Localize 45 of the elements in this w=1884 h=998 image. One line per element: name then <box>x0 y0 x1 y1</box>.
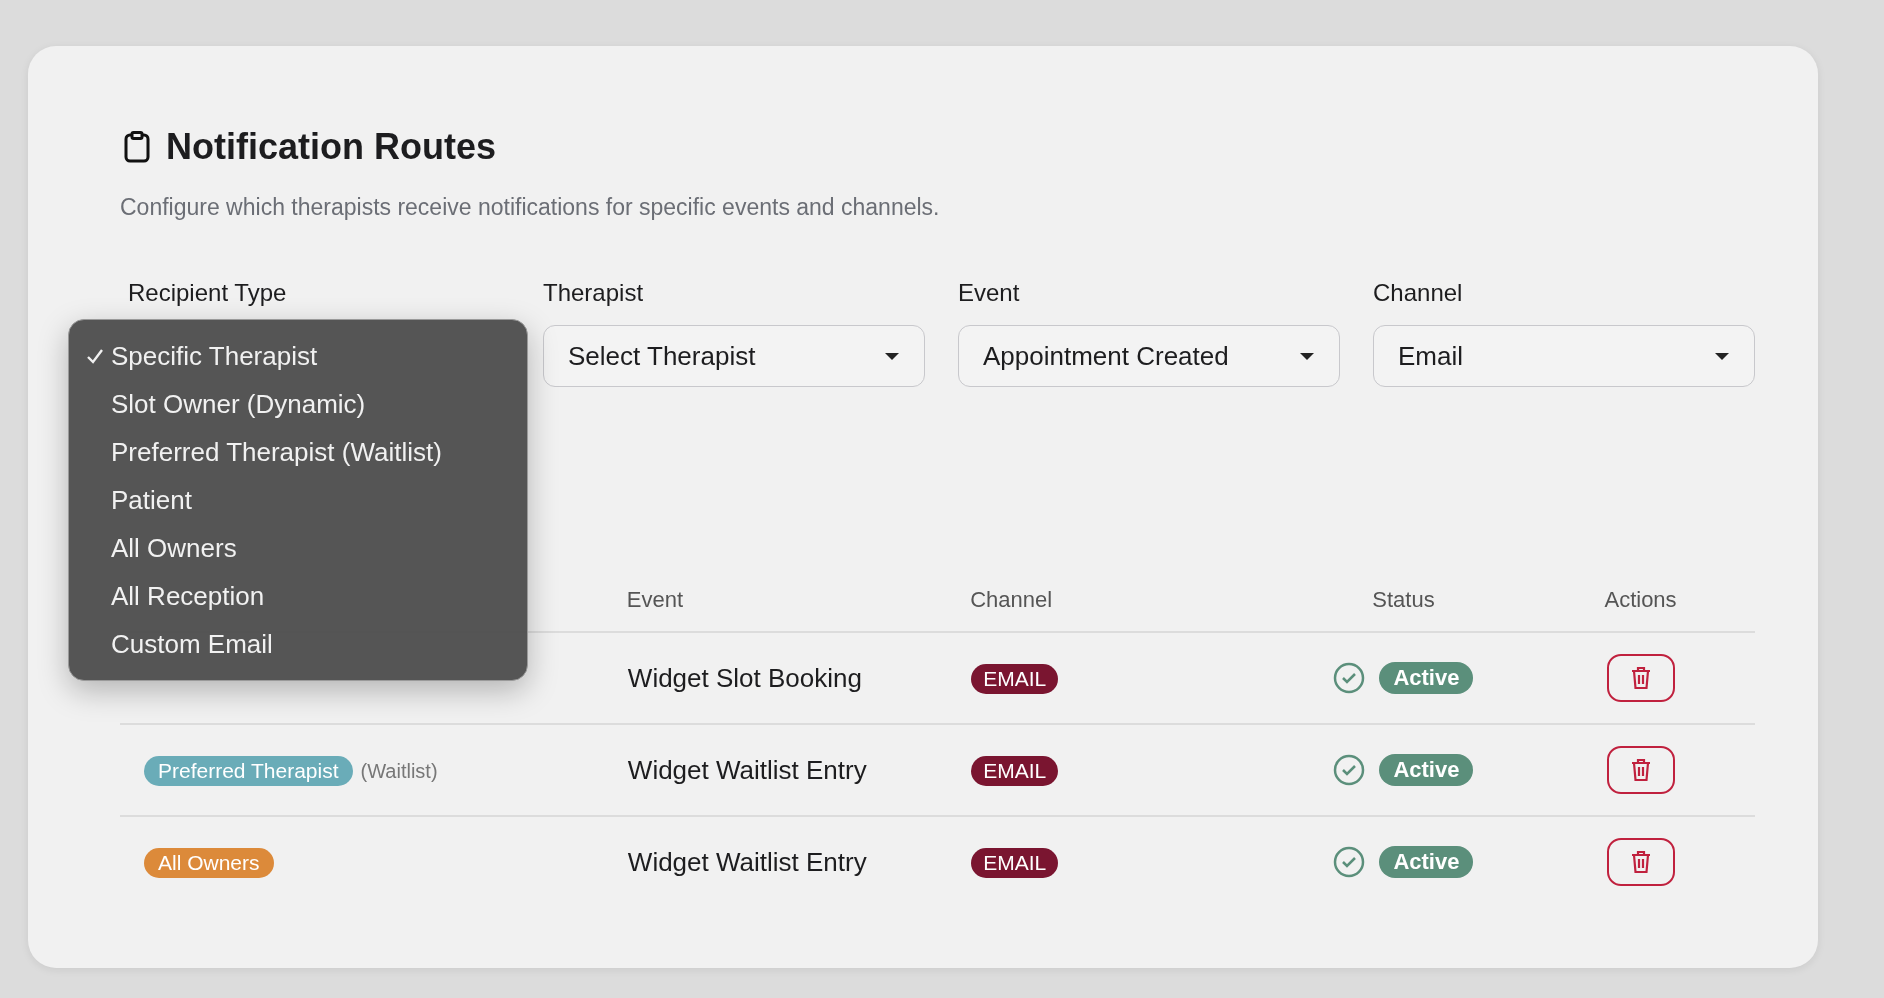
channel-tag: EMAIL <box>971 848 1059 878</box>
status-tag: Active <box>1379 846 1474 878</box>
check-circle-icon <box>1333 662 1366 694</box>
field-label: Therapist <box>543 279 645 307</box>
menu-item[interactable]: Specific Therapist <box>111 340 318 372</box>
column-header: Event <box>626 587 684 612</box>
event-cell: Widget Waitlist Entry <box>627 754 867 785</box>
recipient-note: (Waitlist) <box>360 760 438 782</box>
channel-tag: EMAIL <box>971 664 1059 694</box>
trash-icon <box>1630 758 1651 782</box>
event-cell: Widget Slot Booking <box>627 662 862 693</box>
page-subtitle: Configure which therapists receive notifications for specific events and channels. <box>120 194 941 221</box>
menu-item[interactable]: All Reception <box>111 580 265 612</box>
menu-item[interactable]: Patient <box>111 484 192 516</box>
clipboard-icon <box>124 131 150 163</box>
recipient-tag: All Owners <box>144 848 274 878</box>
column-header: Channel <box>970 587 1053 612</box>
menu-item[interactable]: All Owners <box>111 532 237 564</box>
caret-icon <box>884 351 900 361</box>
page-title: Notification Routes <box>166 126 496 168</box>
menu-item[interactable]: Preferred Therapist (Waitlist) <box>111 436 442 468</box>
select-field[interactable]: Select Therapist <box>543 325 925 387</box>
status-tag: Active <box>1379 754 1474 786</box>
delete-button[interactable] <box>1606 746 1675 794</box>
select-field[interactable]: Appointment Created <box>958 325 1340 387</box>
trash-icon <box>1630 850 1651 874</box>
delete-button[interactable] <box>1606 838 1675 886</box>
menu-item[interactable]: Custom Email <box>111 628 273 660</box>
caret-icon <box>1299 351 1315 361</box>
recipient-tag: Preferred Therapist <box>144 756 353 786</box>
status-tag: Active <box>1379 662 1474 694</box>
select-field[interactable]: Email <box>1373 325 1755 387</box>
trash-icon <box>1630 666 1651 690</box>
menu-item[interactable]: Slot Owner (Dynamic) <box>111 388 366 420</box>
channel-tag: EMAIL <box>971 756 1059 786</box>
column-header: Status <box>1372 587 1435 612</box>
check-circle-icon <box>1333 846 1366 878</box>
check-circle-icon <box>1333 754 1366 786</box>
event-cell: Widget Waitlist Entry <box>627 846 867 877</box>
caret-icon <box>1714 351 1730 361</box>
delete-button[interactable] <box>1606 654 1675 702</box>
field-label: Event <box>958 279 1021 307</box>
column-header: Actions <box>1604 587 1677 612</box>
field-label: Recipient Type <box>128 279 288 307</box>
field-label: Channel <box>1373 279 1464 307</box>
